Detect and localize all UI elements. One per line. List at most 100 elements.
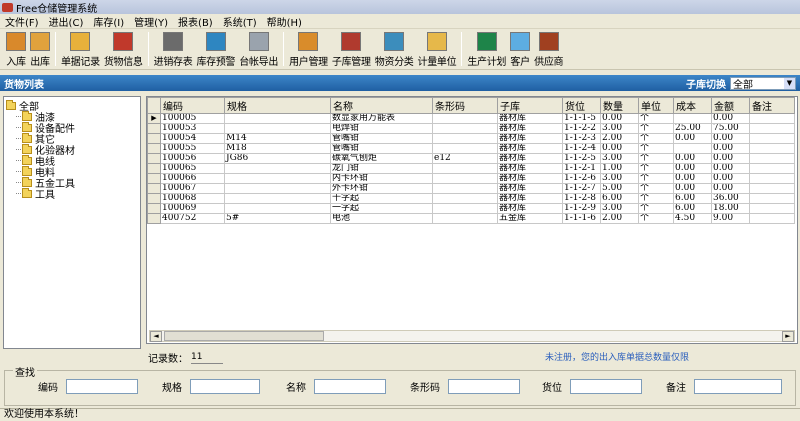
table-cell[interactable]: 个 xyxy=(638,113,674,124)
table-cell[interactable]: 1-1-2-9 xyxy=(562,203,601,214)
row-header[interactable] xyxy=(147,163,161,174)
toolbar-button-8[interactable]: 子库管理 xyxy=(330,29,373,68)
table-cell[interactable]: 器材库 xyxy=(497,203,563,214)
table-cell[interactable]: 0.00 xyxy=(711,153,750,164)
table-cell[interactable] xyxy=(749,203,795,214)
table-cell[interactable]: 0.00 xyxy=(673,173,712,184)
table-cell[interactable]: 100055 xyxy=(160,143,225,154)
table-cell[interactable] xyxy=(749,133,795,144)
table-cell[interactable]: 器材库 xyxy=(497,183,563,194)
table-cell[interactable]: 3.00 xyxy=(600,153,639,164)
table-row[interactable]: 100053 电焊钳 器材库 1-1-2-2 3.00 个 25.00 75.00 xyxy=(147,123,795,134)
table-cell[interactable]: 3.00 xyxy=(600,173,639,184)
table-cell[interactable] xyxy=(432,193,498,204)
table-cell[interactable] xyxy=(749,183,795,194)
table-row[interactable]: ▶ 100005 数显家用万能表 器材库 1-1-1-5 0.00 个 0.00 xyxy=(147,113,795,124)
table-cell[interactable]: 1-1-2-1 xyxy=(562,163,601,174)
search-input-remark[interactable] xyxy=(694,379,782,394)
toolbar-button-2[interactable]: 单据记录 xyxy=(59,29,102,68)
table-cell[interactable]: 1-1-2-3 xyxy=(562,133,601,144)
row-header[interactable] xyxy=(147,143,161,154)
row-header[interactable] xyxy=(147,183,161,194)
table-cell[interactable]: 内卡环钳 xyxy=(330,173,433,184)
table-row[interactable]: 100069 一字起 器材库 1-1-2-9 3.00 个 6.00 18.00 xyxy=(147,203,795,214)
table-cell[interactable]: 100069 xyxy=(160,203,225,214)
table-cell[interactable] xyxy=(432,163,498,174)
table-cell[interactable] xyxy=(432,213,498,224)
table-cell[interactable]: 9.00 xyxy=(711,213,750,224)
table-cell[interactable]: 3.00 xyxy=(600,123,639,134)
table-cell[interactable]: 器材库 xyxy=(497,193,563,204)
table-cell[interactable] xyxy=(749,123,795,134)
table-cell[interactable]: 个 xyxy=(638,203,674,214)
menu-inventory[interactable]: 库存(I) xyxy=(88,14,129,29)
table-cell[interactable]: 十字起 xyxy=(330,193,433,204)
table-cell[interactable] xyxy=(673,143,712,154)
column-header[interactable]: 备注 xyxy=(749,97,795,114)
table-cell[interactable]: 器材库 xyxy=(497,153,563,164)
table-cell[interactable] xyxy=(432,203,498,214)
table-cell[interactable]: 0.00 xyxy=(600,143,639,154)
menu-manage[interactable]: 管理(Y) xyxy=(129,14,173,29)
table-cell[interactable]: 1-1-2-8 xyxy=(562,193,601,204)
table-cell[interactable]: 2.00 xyxy=(600,213,639,224)
column-header[interactable]: 名称 xyxy=(330,97,433,114)
toolbar-button-7[interactable]: 用户管理 xyxy=(287,29,330,68)
search-input-code[interactable] xyxy=(66,379,138,394)
table-cell[interactable]: 0.00 xyxy=(711,113,750,124)
search-input-location[interactable] xyxy=(570,379,642,394)
table-cell[interactable]: 6.00 xyxy=(600,193,639,204)
table-cell[interactable]: M18 xyxy=(224,143,331,154)
table-cell[interactable]: 100067 xyxy=(160,183,225,194)
table-cell[interactable]: 75.00 xyxy=(711,123,750,134)
table-cell[interactable]: 一字起 xyxy=(330,203,433,214)
table-cell[interactable] xyxy=(432,183,498,194)
table-cell[interactable] xyxy=(749,163,795,174)
table-cell[interactable]: 个 xyxy=(638,143,674,154)
table-cell[interactable]: 0.00 xyxy=(711,133,750,144)
toolbar-button-12[interactable]: 客户 xyxy=(508,29,532,68)
table-cell[interactable]: 龙门钳 xyxy=(330,163,433,174)
table-cell[interactable]: 器材库 xyxy=(497,163,563,174)
table-cell[interactable]: 器材库 xyxy=(497,133,563,144)
table-cell[interactable]: 3.00 xyxy=(600,203,639,214)
table-cell[interactable]: 0.00 xyxy=(711,143,750,154)
table-cell[interactable]: 1-1-2-2 xyxy=(562,123,601,134)
table-cell[interactable]: 1-1-2-7 xyxy=(562,183,601,194)
table-cell[interactable]: 1-1-2-5 xyxy=(562,153,601,164)
table-cell[interactable] xyxy=(432,143,498,154)
tree-node[interactable]: 五金工具 xyxy=(6,176,138,190)
tree-node[interactable]: 化验器材 xyxy=(6,143,138,157)
table-cell[interactable]: 个 xyxy=(638,173,674,184)
toolbar-button-10[interactable]: 计量单位 xyxy=(416,29,459,68)
table-cell[interactable] xyxy=(224,193,331,204)
column-header[interactable]: 货位 xyxy=(562,97,601,114)
table-cell[interactable]: 个 xyxy=(638,213,674,224)
table-cell[interactable]: 18.00 xyxy=(711,203,750,214)
table-cell[interactable]: JG86 xyxy=(224,153,331,164)
table-cell[interactable]: 器材库 xyxy=(497,123,563,134)
scroll-right-icon[interactable]: ► xyxy=(782,330,794,342)
table-cell[interactable]: 100005 xyxy=(160,113,225,124)
table-cell[interactable]: 个 xyxy=(638,123,674,134)
column-header[interactable]: 规格 xyxy=(224,97,331,114)
table-cell[interactable]: 100068 xyxy=(160,193,225,204)
table-cell[interactable] xyxy=(749,193,795,204)
table-cell[interactable]: 数显家用万能表 xyxy=(330,113,433,124)
menu-inout[interactable]: 进出(C) xyxy=(44,14,89,29)
table-cell[interactable]: 1.00 xyxy=(600,163,639,174)
table-cell[interactable]: 2.00 xyxy=(600,133,639,144)
table-cell[interactable]: 25.00 xyxy=(673,123,712,134)
table-cell[interactable]: 100056 xyxy=(160,153,225,164)
horizontal-scrollbar[interactable]: ◄ ► xyxy=(149,330,795,342)
row-header[interactable] xyxy=(147,213,161,224)
row-header[interactable] xyxy=(147,133,161,144)
table-cell[interactable]: 0.00 xyxy=(673,133,712,144)
table-cell[interactable] xyxy=(432,123,498,134)
table-cell[interactable]: 6.00 xyxy=(673,203,712,214)
table-cell[interactable]: 0.00 xyxy=(600,113,639,124)
row-header[interactable] xyxy=(147,123,161,134)
table-cell[interactable]: 100054 xyxy=(160,133,225,144)
table-cell[interactable] xyxy=(224,203,331,214)
tree-node[interactable]: 设备配件 xyxy=(6,121,138,135)
